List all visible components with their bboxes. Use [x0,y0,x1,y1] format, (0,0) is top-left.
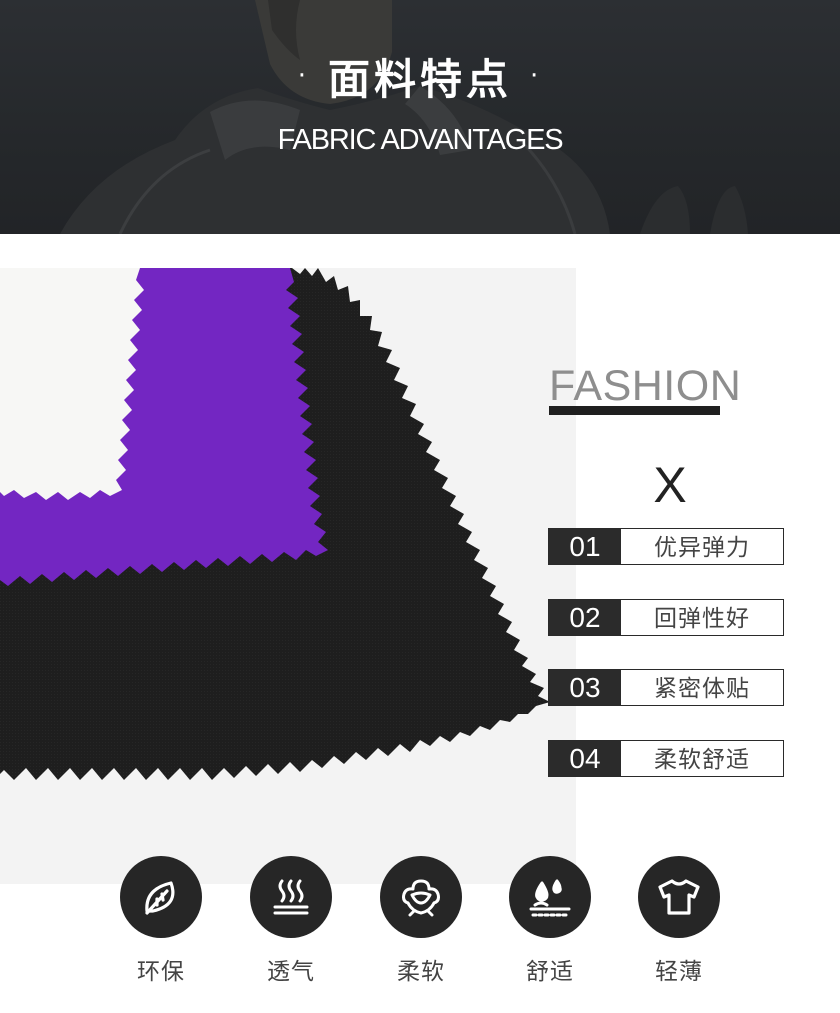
fashion-heading: FASHION [549,362,742,410]
page-subtitle: FABRIC ADVANTAGES [277,124,564,156]
feature-number: 04 [549,741,621,776]
title-bullet-left: · [297,61,310,91]
icon-label: 环保 [137,959,185,985]
header-banner: · 面料特点 · FABRIC ADVANTAGES [0,0,840,234]
feature-label: 优异弹力 [654,535,750,561]
feature-item-03: 03 紧密体贴 [548,669,784,706]
fashion-separator: X [653,457,687,513]
fabric-swatches-image [0,268,576,884]
icon-label: 轻薄 [655,959,703,985]
icon-label: 透气 [267,959,315,985]
icon-item-light: 轻薄 [637,856,721,986]
feature-item-01: 01 优异弹力 [548,528,784,565]
feature-number: 02 [549,600,621,635]
icon-item-eco: 环保 [119,856,203,986]
feature-number: 01 [549,529,621,564]
icon-label: 柔软 [397,959,445,985]
leaf-icon [120,856,202,938]
page-title-text: 面料特点 [327,55,512,104]
feature-item-02: 02 回弹性好 [548,599,784,636]
feature-item-04: 04 柔软舒适 [548,740,784,777]
feature-label: 柔软舒适 [654,747,750,773]
icon-item-soft: 柔软 [379,856,463,986]
tshirt-icon [638,856,720,938]
steam-icon [250,856,332,938]
model-silhouette-image [60,0,748,234]
icon-item-breathable: 透气 [249,856,333,986]
water-drop-icon [509,856,591,938]
icon-label: 舒适 [526,959,574,985]
feature-label: 紧密体贴 [654,676,750,702]
icon-item-comfort: 舒适 [508,856,592,986]
feature-label: 回弹性好 [654,606,750,632]
fashion-underline [549,406,720,415]
title-bullet-right: · [530,61,543,91]
page-title: · 面料特点 · [0,46,840,107]
cotton-icon [380,856,462,938]
feature-number: 03 [549,670,621,705]
